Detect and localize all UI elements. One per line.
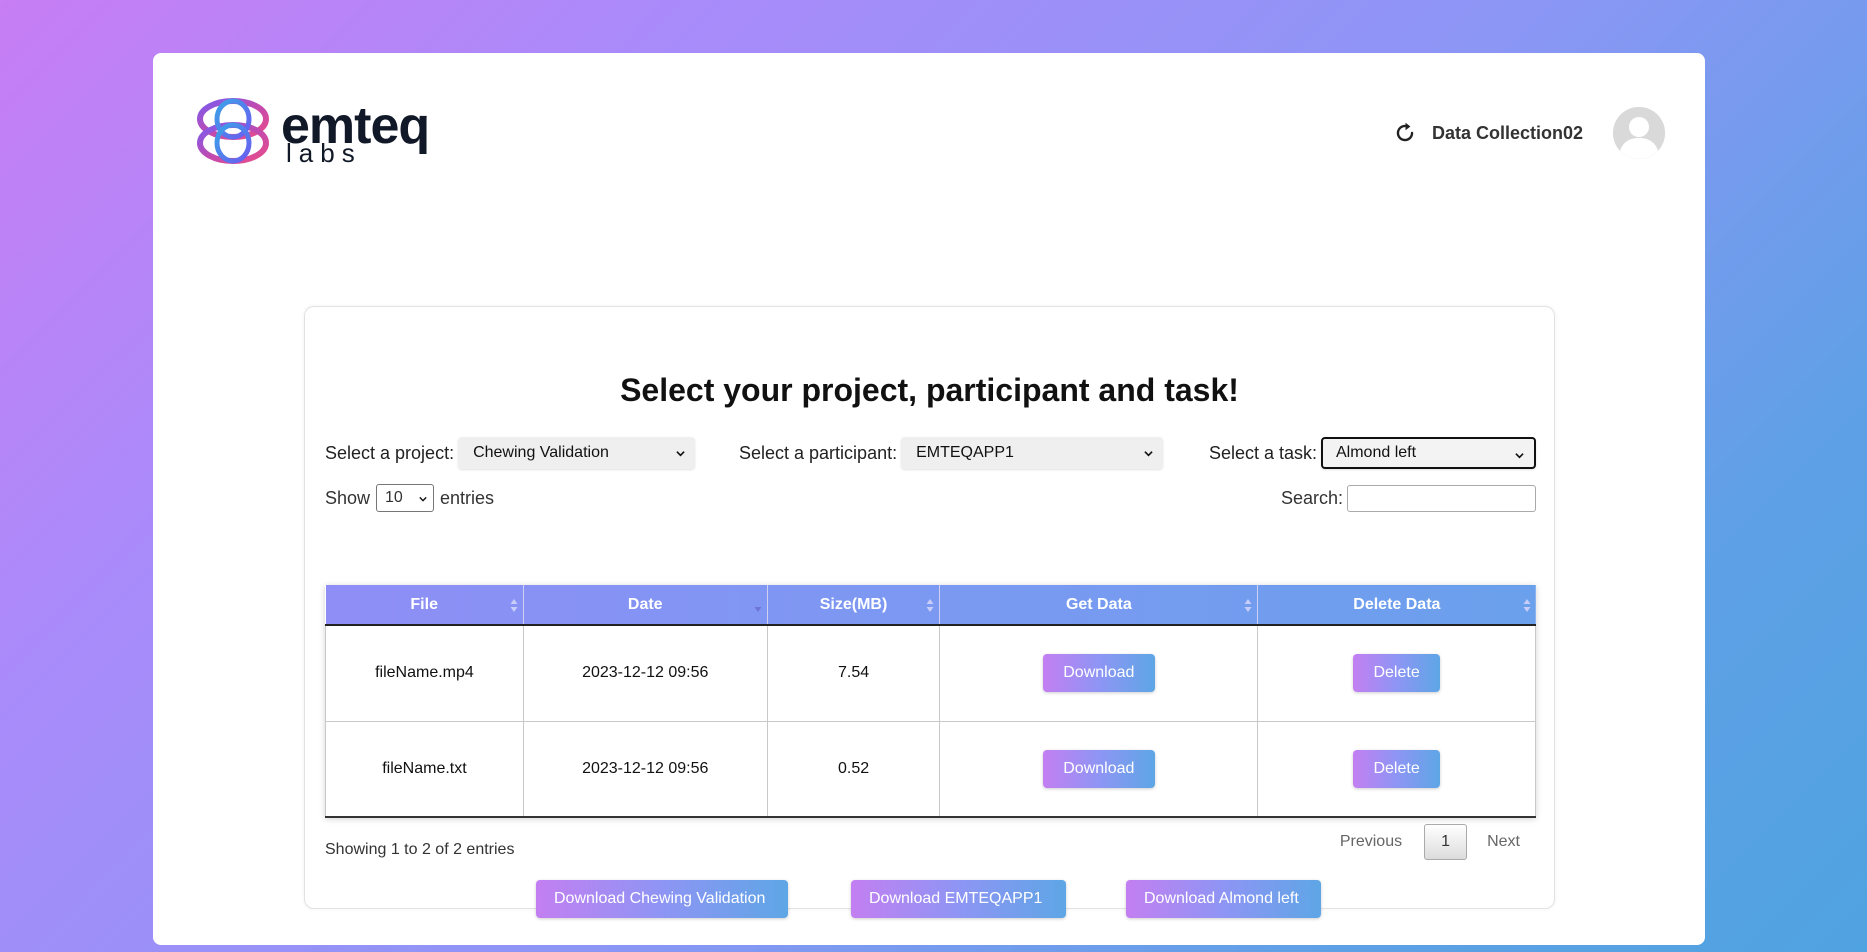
page-length-control: Show 10 entries xyxy=(325,483,494,513)
refresh-icon[interactable] xyxy=(1392,120,1418,146)
page-length-select[interactable]: 10 xyxy=(376,484,435,512)
task-select-value: Almond left xyxy=(1336,444,1417,461)
sort-icon xyxy=(510,599,518,612)
column-label-delete-data: Delete Data xyxy=(1353,595,1441,613)
project-select-value: Chewing Validation xyxy=(473,444,609,461)
cell-size: 7.54 xyxy=(766,625,941,722)
participant-label: Select a participant: xyxy=(739,442,898,463)
cell-file: fileName.mp4 xyxy=(325,625,524,722)
selection-panel: Select your project, participant and tas… xyxy=(304,306,1555,918)
cell-get-data: Download xyxy=(939,721,1259,818)
chevron-down-icon xyxy=(1515,453,1524,459)
participant-select[interactable]: EMTEQAPP1 xyxy=(901,437,1164,469)
task-label: Select a task: xyxy=(1208,442,1317,463)
cell-delete-data: Delete xyxy=(1257,625,1536,722)
app-window: emteq labs Data Collection02 Select your… xyxy=(153,53,1705,945)
column-label-file: File xyxy=(410,595,438,613)
sort-icon xyxy=(926,599,934,612)
column-header-get-data[interactable]: Get Data xyxy=(939,585,1259,626)
pagination: Previous 1 Next xyxy=(1340,823,1534,861)
column-label-get-data: Get Data xyxy=(1065,595,1132,613)
table-controls: Show 10 entries Search: xyxy=(325,483,1536,513)
column-header-delete-data[interactable]: Delete Data xyxy=(1257,585,1536,626)
download-task-button[interactable]: Download Almond left xyxy=(1126,880,1321,918)
selector-row: Select a project: Chewing Validation Sel… xyxy=(325,436,1536,470)
pagination-next[interactable]: Next xyxy=(1487,833,1520,851)
download-project-button[interactable]: Download Chewing Validation xyxy=(536,880,788,918)
chevron-down-icon xyxy=(419,496,427,502)
column-header-size[interactable]: Size(MB) xyxy=(767,585,941,626)
search-label: Search: xyxy=(1280,487,1343,508)
entries-label: entries xyxy=(440,487,495,508)
task-select[interactable]: Almond left xyxy=(1321,437,1536,469)
task-selector-group: Select a task: Almond left xyxy=(1209,436,1536,470)
header-user-area: Data Collection02 xyxy=(1392,107,1665,159)
chevron-down-icon xyxy=(1144,451,1153,457)
participant-selector-group: Select a participant: EMTEQAPP1 xyxy=(739,436,1164,470)
page-length-value: 10 xyxy=(385,489,403,506)
cell-file: fileName.txt xyxy=(325,721,524,818)
sort-icon xyxy=(1244,599,1252,612)
table-info: Showing 1 to 2 of 2 entries xyxy=(325,841,515,858)
project-label: Select a project: xyxy=(325,442,455,463)
brand-mark-icon xyxy=(197,98,269,164)
files-table: File Date Size(MB) Get Data Delete Data … xyxy=(325,585,1536,818)
participant-select-value: EMTEQAPP1 xyxy=(916,444,1014,461)
show-label: Show xyxy=(325,487,371,508)
delete-file-button[interactable]: Delete xyxy=(1353,749,1441,788)
column-label-size: Size(MB) xyxy=(819,595,888,613)
page-title: Select your project, participant and tas… xyxy=(620,372,1239,408)
chevron-down-icon xyxy=(676,451,685,457)
column-header-file[interactable]: File xyxy=(325,585,524,626)
cell-date: 2023-12-12 09:56 xyxy=(522,721,768,818)
table-row: fileName.mp4 2023-12-12 09:56 7.54 Downl… xyxy=(325,625,1536,722)
cell-date: 2023-12-12 09:56 xyxy=(522,625,768,722)
delete-file-button[interactable]: Delete xyxy=(1353,654,1441,693)
column-label-date: Date xyxy=(627,595,663,613)
brand-logo: emteq labs xyxy=(193,91,451,171)
bulk-download-buttons: Download Chewing Validation Download EMT… xyxy=(305,880,1554,918)
user-avatar-icon[interactable] xyxy=(1613,107,1665,159)
table-header-row: File Date Size(MB) Get Data Delete Data xyxy=(325,585,1536,626)
download-file-button[interactable]: Download xyxy=(1042,654,1155,693)
user-name[interactable]: Data Collection02 xyxy=(1432,123,1583,144)
search-input[interactable] xyxy=(1347,484,1536,512)
pagination-previous[interactable]: Previous xyxy=(1340,833,1402,851)
download-participant-button[interactable]: Download EMTEQAPP1 xyxy=(851,880,1066,918)
cell-get-data: Download xyxy=(939,625,1259,722)
sort-icon xyxy=(1523,599,1530,612)
project-selector-group: Select a project: Chewing Validation xyxy=(325,436,696,470)
download-file-button[interactable]: Download xyxy=(1042,749,1155,788)
table-search: Search: xyxy=(1281,483,1536,513)
column-header-date[interactable]: Date xyxy=(523,585,768,626)
sort-desc-icon xyxy=(754,607,762,612)
cell-delete-data: Delete xyxy=(1257,721,1536,818)
cell-size: 0.52 xyxy=(766,721,941,818)
project-select[interactable]: Chewing Validation xyxy=(458,437,696,469)
pagination-page-current[interactable]: 1 xyxy=(1424,824,1468,860)
table-row: fileName.txt 2023-12-12 09:56 0.52 Downl… xyxy=(325,721,1536,818)
brand-subtitle: labs xyxy=(286,138,362,168)
